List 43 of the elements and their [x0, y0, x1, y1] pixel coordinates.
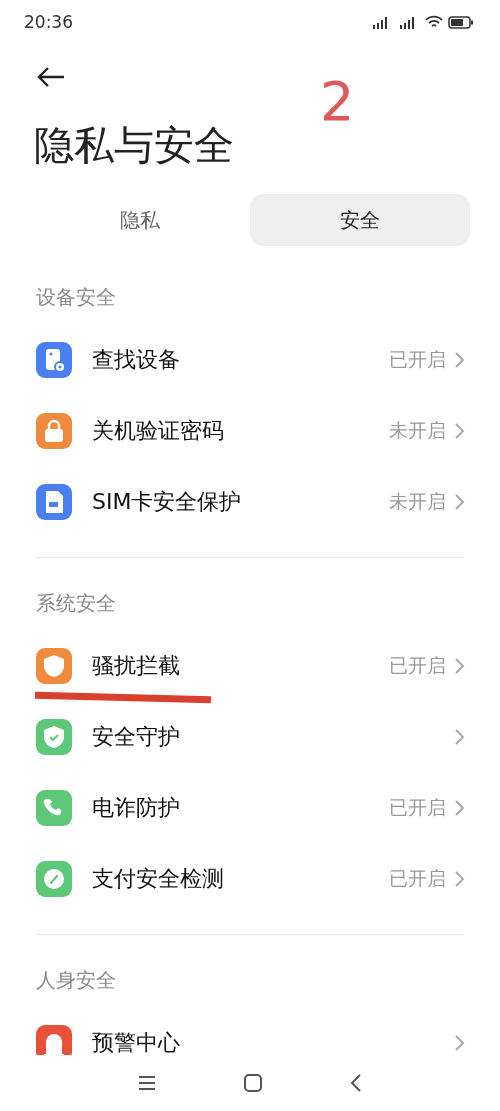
section-header: 人身安全 — [35, 966, 117, 994]
back-icon[interactable] — [350, 1074, 362, 1092]
tab[interactable]: 安全 — [250, 194, 470, 246]
section-header: 系统安全 — [35, 589, 117, 617]
phone-icon — [36, 789, 72, 826]
row-label[interactable]: 预警中心 — [92, 1027, 454, 1055]
lock-icon — [36, 412, 72, 449]
gauge-icon — [36, 860, 72, 897]
row-label[interactable]: 电诈防护 — [92, 792, 389, 823]
wifi-icon — [425, 15, 443, 29]
chevron-icon — [454, 656, 466, 675]
status-text: 已开启 — [389, 346, 446, 372]
battery-icon — [448, 15, 474, 29]
chevron-icon — [454, 421, 466, 440]
row-label[interactable]: 关机验证密码 — [92, 415, 389, 446]
chevron-icon — [454, 1033, 466, 1052]
status-text: 已开启 — [389, 794, 446, 820]
chevron-icon — [454, 727, 466, 746]
page-title: 隐私与安全 — [33, 120, 235, 170]
chevron-icon — [454, 350, 466, 369]
row-label[interactable]: 查找设备 — [92, 344, 389, 375]
shield-check-icon — [36, 718, 72, 755]
status-time: 20:36 — [24, 12, 73, 32]
row-label[interactable]: 骚扰拦截 — [92, 650, 389, 681]
chevron-icon — [454, 798, 466, 817]
sim-card-icon — [36, 483, 72, 520]
status-text: 已开启 — [389, 865, 446, 891]
status-text: 已开启 — [389, 652, 446, 678]
status-text: 未开启 — [389, 488, 446, 514]
section-header: 设备安全 — [35, 283, 117, 311]
home-icon[interactable] — [244, 1074, 262, 1092]
annotation-number: 2 — [320, 70, 355, 133]
phone-pin-icon — [36, 341, 72, 378]
tab[interactable]: 隐私 — [30, 194, 250, 246]
status-text: 未开启 — [389, 417, 446, 443]
row-label[interactable]: 支付安全检测 — [92, 863, 389, 894]
shield-icon — [36, 647, 72, 684]
menu-icon[interactable] — [138, 1076, 156, 1090]
back-button[interactable] — [36, 66, 66, 88]
row-label[interactable]: 安全守护 — [92, 721, 454, 752]
chevron-icon — [454, 869, 466, 888]
row-label[interactable]: SIM卡安全保护 — [92, 486, 389, 517]
chevron-icon — [454, 492, 466, 511]
